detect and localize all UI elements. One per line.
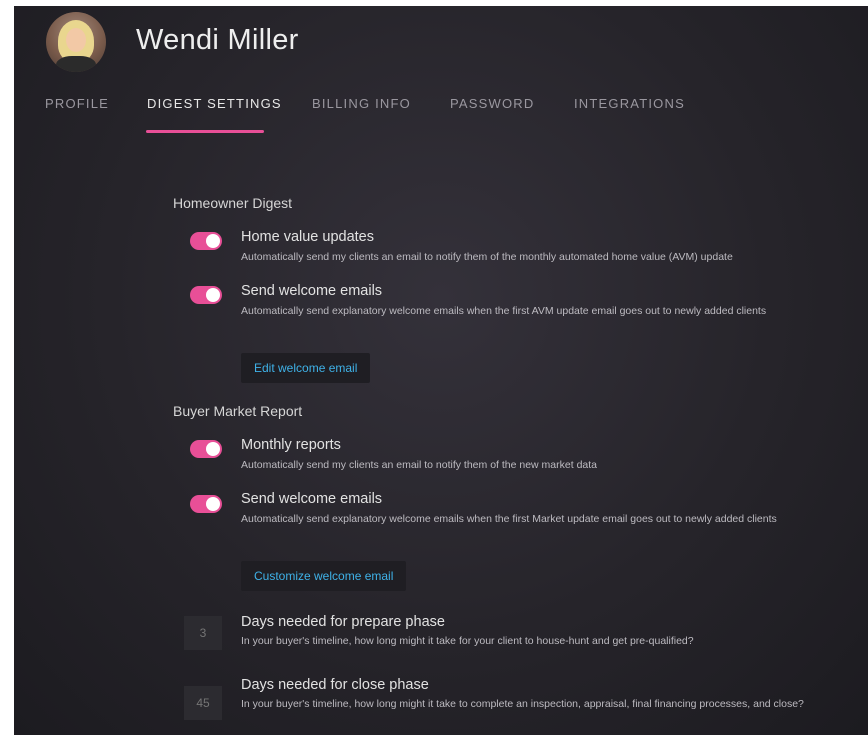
buyer-welcome-emails-toggle[interactable] <box>190 495 222 513</box>
prepare-phase-title: Days needed for prepare phase <box>241 614 445 630</box>
monthly-reports-toggle[interactable] <box>190 440 222 458</box>
close-phase-title: Days needed for close phase <box>241 677 429 693</box>
prepare-phase-desc: In your buyer's timeline, how long might… <box>241 635 694 647</box>
toggle-knob <box>206 288 220 302</box>
settings-panel: Wendi Miller PROFILE DIGEST SETTINGS BIL… <box>14 6 868 735</box>
home-value-updates-desc: Automatically send my clients an email t… <box>241 251 733 263</box>
avatar-face <box>66 28 86 52</box>
toggle-knob <box>206 442 220 456</box>
user-name: Wendi Miller <box>136 24 299 56</box>
toggle-knob <box>206 234 220 248</box>
avatar[interactable] <box>46 12 106 72</box>
monthly-reports-desc: Automatically send my clients an email t… <box>241 459 598 471</box>
homeowner-welcome-emails-toggle[interactable] <box>190 286 222 304</box>
tab-password[interactable]: PASSWORD <box>450 96 534 111</box>
homeowner-welcome-emails-title: Send welcome emails <box>241 283 383 299</box>
prepare-phase-days-input[interactable] <box>184 616 222 650</box>
home-value-updates-toggle[interactable] <box>190 232 222 250</box>
close-phase-desc: In your buyer's timeline, how long might… <box>241 698 804 710</box>
tab-integrations[interactable]: INTEGRATIONS <box>574 96 685 111</box>
tab-digest-settings[interactable]: DIGEST SETTINGS <box>147 96 282 111</box>
tab-billing-info[interactable]: BILLING INFO <box>312 96 411 111</box>
home-value-updates-title: Home value updates <box>241 229 374 245</box>
homeowner-welcome-emails-desc: Automatically send explanatory welcome e… <box>241 305 767 317</box>
active-tab-indicator <box>146 130 264 133</box>
buyer-welcome-emails-title: Send welcome emails <box>241 491 383 507</box>
homeowner-digest-heading: Homeowner Digest <box>173 195 293 211</box>
tab-profile[interactable]: PROFILE <box>45 96 109 111</box>
buyer-welcome-emails-desc: Automatically send explanatory welcome e… <box>241 513 777 525</box>
toggle-knob <box>206 497 220 511</box>
buyer-market-report-heading: Buyer Market Report <box>173 403 303 419</box>
monthly-reports-title: Monthly reports <box>241 437 341 453</box>
edit-welcome-email-button[interactable]: Edit welcome email <box>241 353 371 383</box>
avatar-body <box>56 56 96 72</box>
tab-bar: PROFILE DIGEST SETTINGS BILLING INFO PAS… <box>14 96 868 136</box>
customize-welcome-email-button[interactable]: Customize welcome email <box>241 561 407 591</box>
close-phase-days-input[interactable] <box>184 686 222 720</box>
